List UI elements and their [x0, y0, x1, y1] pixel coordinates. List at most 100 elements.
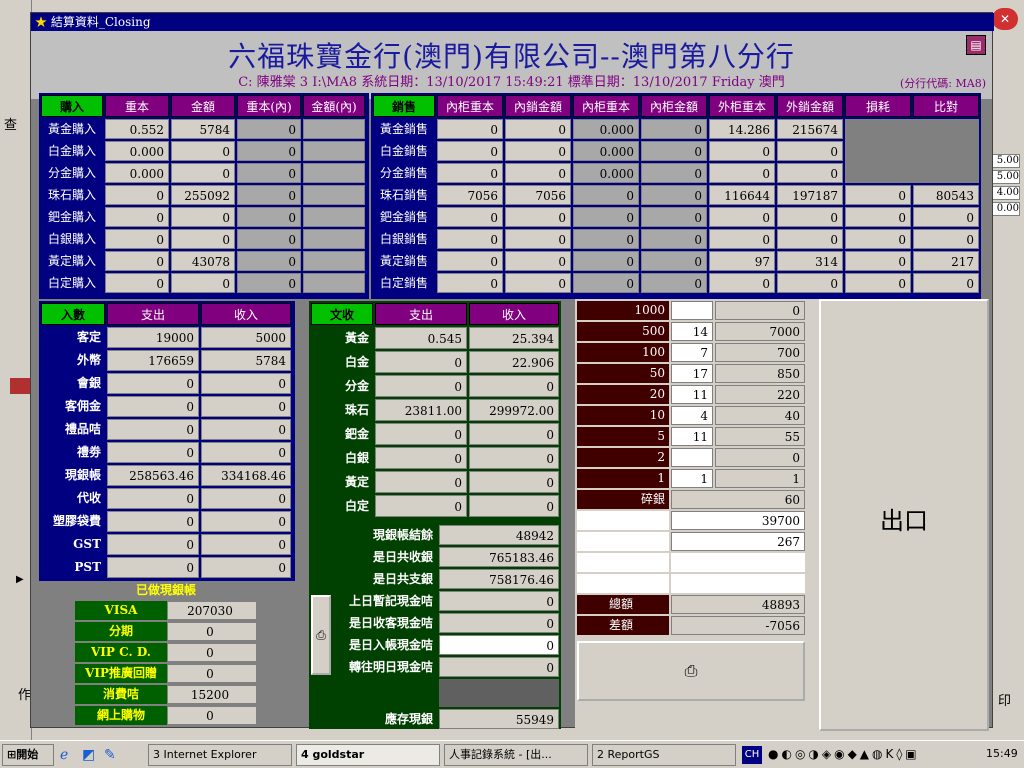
buy-cell[interactable] [303, 207, 365, 227]
done-cell[interactable]: 0 [167, 643, 257, 662]
cash-amount[interactable]: 0 [715, 448, 805, 467]
notepad-quicklaunch-icon[interactable]: ✎ [104, 747, 116, 763]
exit-button[interactable]: 出口 [819, 299, 989, 731]
sell-cell[interactable]: 0 [641, 185, 707, 205]
buy-cell[interactable]: 0 [171, 229, 235, 249]
taskbar-hr-button[interactable]: 人事記錄系統 - [出... [444, 744, 588, 766]
buy-cell[interactable]: 255092 [171, 185, 235, 205]
buy-cell[interactable]: 0.552 [105, 119, 169, 139]
sell-cell[interactable]: 0 [505, 251, 571, 271]
sell-cell[interactable]: 80543 [913, 185, 979, 205]
goods-out-cell[interactable]: 23811.00 [375, 399, 467, 421]
income-in-cell[interactable]: 5000 [201, 327, 291, 348]
income-out-cell[interactable]: 0 [107, 557, 199, 578]
cash-extra-1[interactable]: 39700 [671, 511, 805, 530]
language-indicator[interactable]: CH [742, 746, 762, 764]
taskbar-report-button[interactable]: 2 ReportGS [592, 744, 736, 766]
sell-cell[interactable]: 0 [845, 251, 911, 271]
income-in-cell[interactable]: 0 [201, 557, 291, 578]
sell-cell[interactable]: 0 [641, 273, 707, 293]
sell-cell[interactable]: 0 [913, 207, 979, 227]
cash-quantity[interactable] [671, 448, 713, 467]
sell-cell[interactable]: 0 [505, 273, 571, 293]
summary-cell[interactable]: 0 [439, 635, 559, 655]
income-out-cell[interactable]: 0 [107, 419, 199, 440]
cash-amount[interactable]: 40 [715, 406, 805, 425]
income-out-cell[interactable]: 0 [107, 511, 199, 532]
sell-cell[interactable]: 0 [641, 163, 707, 183]
sell-cell[interactable]: 0.000 [573, 163, 639, 183]
income-in-cell[interactable]: 334168.46 [201, 465, 291, 486]
sell-cell[interactable]: 0 [437, 163, 503, 183]
sell-cell[interactable]: 0 [641, 251, 707, 271]
sell-cell[interactable]: 0 [437, 251, 503, 271]
sell-cell[interactable]: 0.000 [573, 119, 639, 139]
done-cell[interactable]: 207030 [167, 601, 257, 620]
sell-cell[interactable]: 0 [777, 163, 843, 183]
sell-cell[interactable]: 0 [845, 185, 911, 205]
sell-cell[interactable]: 0 [777, 229, 843, 249]
income-in-cell[interactable]: 0 [201, 396, 291, 417]
income-out-cell[interactable]: 258563.46 [107, 465, 199, 486]
income-out-cell[interactable]: 0 [107, 396, 199, 417]
sell-cell[interactable]: 0 [709, 207, 775, 227]
sell-cell[interactable]: 0 [709, 163, 775, 183]
cash-extra-2[interactable]: 267 [671, 532, 805, 551]
book-icon[interactable]: ▤ [966, 35, 986, 55]
buy-cell[interactable] [303, 273, 365, 293]
taskbar-goldstar-button[interactable]: 4 goldstar [296, 744, 440, 766]
cash-amount[interactable]: 0 [715, 301, 805, 320]
summary-cell[interactable]: 48942 [439, 525, 559, 545]
buy-cell[interactable] [303, 141, 365, 161]
income-in-cell[interactable]: 5784 [201, 350, 291, 371]
desktop-quicklaunch-icon[interactable]: ◩ [82, 747, 95, 763]
goods-out-cell[interactable]: 0 [375, 495, 467, 517]
goods-out-cell[interactable]: 0 [375, 447, 467, 469]
buy-cell[interactable] [303, 251, 365, 271]
income-in-cell[interactable]: 0 [201, 511, 291, 532]
sell-cell[interactable]: 0 [777, 207, 843, 227]
goods-in-cell[interactable]: 22.906 [469, 351, 559, 373]
cash-amount[interactable]: 850 [715, 364, 805, 383]
done-cell[interactable]: 0 [167, 622, 257, 641]
cash-amount[interactable]: 220 [715, 385, 805, 404]
sell-cell[interactable]: 0 [709, 141, 775, 161]
sell-cell[interactable]: 0 [641, 207, 707, 227]
ie-quicklaunch-icon[interactable]: ℯ [60, 747, 68, 763]
buy-cell[interactable]: 0 [171, 273, 235, 293]
summary-cell[interactable]: 0 [439, 591, 559, 611]
sell-cell[interactable]: 0 [505, 163, 571, 183]
diff-value[interactable]: -7056 [671, 616, 805, 635]
sell-cell[interactable]: 0 [505, 207, 571, 227]
buy-cell[interactable]: 0 [237, 229, 301, 249]
income-in-cell[interactable]: 0 [201, 373, 291, 394]
goods-in-cell[interactable]: 25.394 [469, 327, 559, 349]
store-value[interactable]: 55949 [439, 709, 559, 729]
buy-cell[interactable]: 0 [237, 119, 301, 139]
buy-cell[interactable]: 0 [105, 251, 169, 271]
buy-cell[interactable]: 0 [171, 163, 235, 183]
goods-out-cell[interactable]: 0 [375, 423, 467, 445]
sell-cell[interactable]: 0 [437, 119, 503, 139]
sell-cell[interactable]: 0 [573, 273, 639, 293]
buy-cell[interactable]: 0 [237, 251, 301, 271]
sell-cell[interactable]: 215674 [777, 119, 843, 139]
total-value[interactable]: 48893 [671, 595, 805, 614]
buy-cell[interactable]: 5784 [171, 119, 235, 139]
print-button[interactable]: ⎙ [577, 641, 805, 701]
buy-cell[interactable] [303, 163, 365, 183]
sell-cell[interactable]: 0 [505, 141, 571, 161]
summary-cell[interactable]: 0 [439, 613, 559, 633]
print-icon[interactable]: ⎙ [311, 595, 331, 675]
income-in-cell[interactable]: 0 [201, 534, 291, 555]
buy-cell[interactable]: 0 [105, 229, 169, 249]
sell-cell[interactable]: 0 [913, 273, 979, 293]
sell-cell[interactable]: 0 [641, 119, 707, 139]
buy-cell[interactable] [303, 119, 365, 139]
buy-cell[interactable]: 0.000 [105, 163, 169, 183]
buy-cell[interactable]: 0 [237, 141, 301, 161]
done-cell[interactable]: 0 [167, 664, 257, 683]
start-button[interactable]: ⊞開始 [2, 744, 54, 766]
cash-amount[interactable]: 7000 [715, 322, 805, 341]
income-out-cell[interactable]: 176659 [107, 350, 199, 371]
